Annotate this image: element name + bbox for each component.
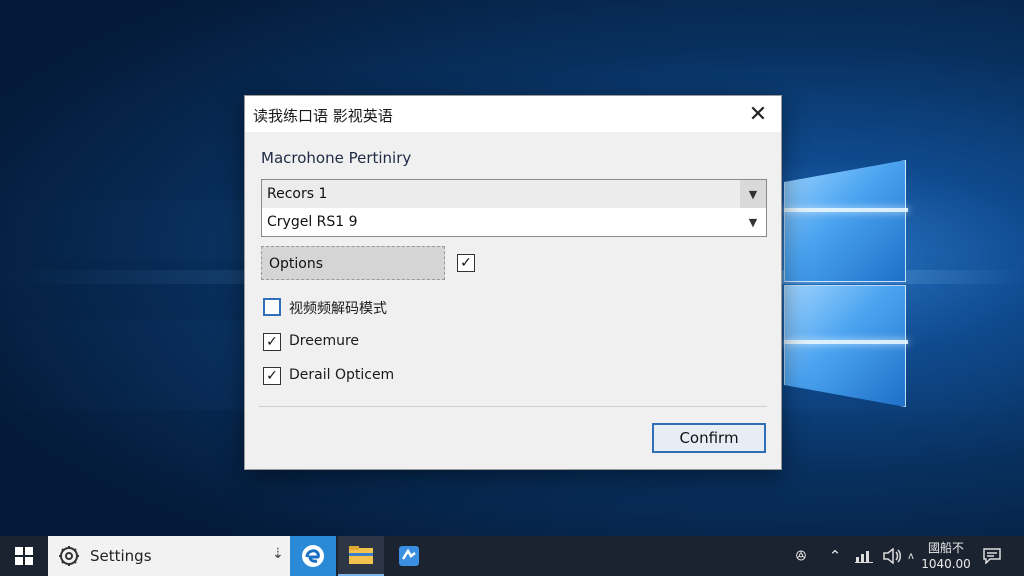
checkbox-video-decode[interactable] (263, 298, 281, 316)
notification-icon[interactable] (980, 536, 1004, 576)
folder-icon (349, 546, 373, 564)
dropdown-group: Recors 1 ▼ Crygel RS1 9 ▼ (261, 179, 767, 237)
options-button-label: Options (269, 256, 324, 272)
dialog-title: 读我练口语 影视英语 (253, 107, 393, 125)
chevron-down-icon[interactable]: ▼ (740, 208, 766, 236)
checkbox-label: 视频频解码模式 (289, 301, 387, 317)
file-explorer-icon[interactable] (338, 536, 384, 576)
blue-app-icon (399, 546, 419, 566)
clock-line-1: 國船不 (927, 541, 964, 555)
chevron-up-icon[interactable]: ⌃ (824, 536, 846, 576)
section-heading: Macrohone Pertiniry (261, 149, 412, 167)
start-button[interactable] (0, 536, 48, 576)
options-checkbox[interactable]: ✓ (457, 254, 475, 272)
clock-line-2: 1040.00 (921, 557, 971, 571)
windows-start-icon (15, 547, 33, 565)
taskbar-clock[interactable]: 國船不 1040.00 (918, 540, 974, 572)
checkbox-label: Derail Opticem (289, 367, 395, 383)
dropdown-value: Crygel RS1 9 (267, 214, 358, 230)
checkbox-dreemure[interactable]: ✓ (263, 333, 281, 351)
checkbox-derail-opticem[interactable]: ✓ (263, 367, 281, 385)
edge-icon[interactable] (290, 536, 336, 576)
dropdown-value: Recors 1 (267, 186, 328, 202)
confirm-button[interactable]: Confirm (652, 423, 766, 453)
gear-icon (59, 546, 79, 566)
volume-icon[interactable] (880, 536, 904, 576)
close-icon[interactable]: ✕ (735, 96, 781, 132)
people-icon[interactable]: ꔮ (788, 536, 814, 576)
device-dropdown-1[interactable]: Recors 1 ▼ (262, 180, 766, 208)
microphone-icon[interactable]: ⇣ (272, 546, 284, 562)
taskbar: Settings ⇣ ꔮ ⌃ ʌ 國船不 1040.00 (0, 536, 1024, 576)
dialog-titlebar[interactable]: 读我练口语 影视英语 ✕ (245, 96, 781, 132)
taskbar-search-box[interactable]: Settings ⇣ (48, 536, 290, 576)
windows-logo-wallpaper (784, 150, 908, 410)
device-dropdown-2[interactable]: Crygel RS1 9 ▼ (262, 208, 766, 236)
options-button[interactable]: Options (261, 246, 445, 280)
chevron-down-icon[interactable]: ▼ (740, 180, 766, 208)
edge-logo (302, 545, 324, 567)
app-icon[interactable] (386, 536, 432, 576)
divider (259, 406, 767, 407)
search-label: Settings (90, 547, 152, 565)
checkbox-label: Dreemure (289, 333, 360, 349)
network-icon[interactable] (852, 536, 876, 576)
settings-dialog: 读我练口语 影视英语 ✕ Macrohone Pertiniry Recors … (244, 95, 782, 470)
ime-icon[interactable]: ʌ (904, 536, 918, 576)
